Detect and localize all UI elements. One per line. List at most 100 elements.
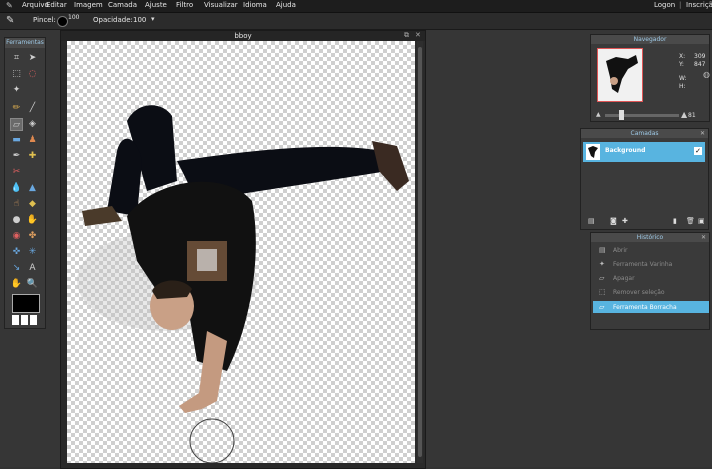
nav-x-label: X: — [679, 53, 686, 60]
burn-icon[interactable]: ✋ — [26, 214, 39, 227]
zoom-slider-handle[interactable] — [619, 110, 624, 120]
close-icon[interactable]: ✕ — [415, 31, 421, 39]
gradient-icon[interactable]: ▬ — [10, 134, 23, 147]
swatch-grid-icon[interactable] — [12, 315, 38, 325]
drawing-icon[interactable]: ✂ — [10, 166, 23, 179]
red-eye-icon[interactable]: ◉ — [10, 230, 23, 243]
navigator-preview — [606, 55, 638, 93]
menu-filtro[interactable]: Filtro — [176, 1, 193, 9]
hand-icon[interactable]: ✋ — [10, 278, 23, 291]
nav-x-value: 309 — [694, 53, 706, 60]
marquee-icon[interactable]: ⬚ — [10, 68, 23, 81]
canvas-vertical-scrollbar[interactable] — [417, 41, 423, 463]
layer-row-background[interactable]: Background ✓ — [583, 142, 705, 162]
wand-icon: ✦ — [599, 260, 605, 268]
bucket-icon[interactable]: ◈ — [26, 118, 39, 131]
stamp-icon[interactable]: ♟ — [26, 134, 39, 147]
menu-ajuda[interactable]: Ajuda — [276, 1, 296, 9]
history-close-icon[interactable]: ✕ — [701, 233, 706, 242]
color-picker-icon[interactable]: ✒ — [10, 150, 23, 163]
blur-icon[interactable]: 💧 — [10, 182, 23, 195]
scrollbar-thumb[interactable] — [418, 47, 422, 457]
layer-properties-icon[interactable]: ▤ — [588, 217, 595, 225]
history-item-label: Ferramenta Varinha — [613, 261, 673, 268]
sponge-icon[interactable]: ◆ — [26, 198, 39, 211]
history-item[interactable]: ✦ Ferramenta Varinha — [593, 258, 709, 270]
layers-title: Camadas ✕ — [581, 129, 708, 138]
pencil-icon[interactable]: ✏ — [10, 102, 23, 115]
layer-mask-icon[interactable]: ◙ — [610, 217, 617, 225]
magic-wand-icon[interactable]: ✦ — [10, 84, 23, 97]
login-link[interactable]: Logon — [654, 1, 675, 9]
history-item-label: Abrir — [613, 247, 628, 254]
history-item[interactable]: ▤ Abrir — [593, 244, 709, 256]
history-title-text: Histórico — [636, 234, 664, 241]
lasso-icon[interactable]: ◌ — [26, 68, 39, 81]
sharpen-icon[interactable]: ▲ — [26, 182, 39, 195]
bloat-icon[interactable]: ✜ — [10, 246, 23, 259]
document-title: bboy — [61, 31, 425, 41]
text-icon[interactable]: A — [26, 262, 39, 275]
menu-imagem[interactable]: Imagem — [74, 1, 103, 9]
brush-size-value: 100 — [68, 14, 80, 21]
options-bar: ✎ Pincel: 100 Opacidade: 100 ▾ — [0, 13, 712, 30]
smudge-icon[interactable]: ☝ — [10, 198, 23, 211]
layers-panel: Camadas ✕ Background ✓ ▤ ◙ ✚ ▮ 🗑 ▣ — [580, 128, 709, 230]
zoom-in-icon[interactable]: ▲ — [681, 110, 687, 119]
color-replace-icon[interactable]: ✚ — [26, 150, 39, 163]
navigator-side-icon[interactable]: ◍ — [703, 70, 710, 79]
spot-heal-icon[interactable]: ✤ — [26, 230, 39, 243]
menu-ajuste[interactable]: Ajuste — [145, 1, 167, 9]
navigator-panel: Navegador X: 309 Y: 847 W: H: ▲ ▲ 81 — [590, 34, 710, 122]
open-icon: ▤ — [599, 246, 606, 254]
navigator-thumbnail[interactable] — [597, 48, 643, 102]
signup-link[interactable]: Inscrição — [686, 1, 712, 9]
foreground-color-swatch[interactable] — [12, 294, 40, 313]
history-panel: Histórico ✕ ▤ Abrir ✦ Ferramenta Varinha … — [590, 232, 710, 330]
opacity-label: Opacidade: — [93, 16, 133, 24]
restore-icon[interactable]: ⧉ — [404, 31, 409, 40]
delete-layer-icon[interactable]: 🗑 — [686, 217, 695, 225]
document-window: bboy ⧉ ✕ — [60, 30, 426, 469]
erase-icon: ▱ — [599, 274, 605, 282]
zoom-slider[interactable] — [605, 114, 679, 117]
pinch-icon[interactable]: ✳ — [26, 246, 39, 259]
new-layer-icon[interactable]: ▮ — [673, 217, 677, 225]
line-icon[interactable]: ↘ — [10, 262, 23, 275]
opacity-dropdown-icon[interactable]: ▾ — [151, 15, 155, 23]
menu-editar[interactable]: Editar — [46, 1, 67, 9]
history-item-active[interactable]: ▱ Ferramenta Borracha — [593, 301, 709, 313]
dodge-icon[interactable]: ● — [10, 214, 23, 227]
zoom-icon[interactable]: 🔍 — [26, 278, 39, 291]
crop-icon[interactable]: ⌗ — [10, 52, 23, 65]
menu-arquivo[interactable]: Arquivo — [22, 1, 49, 9]
layer-visibility-checkbox[interactable]: ✓ — [694, 147, 702, 155]
layer-extra-icon[interactable]: ▣ — [698, 217, 705, 225]
zoom-out-icon[interactable]: ▲ — [596, 111, 601, 118]
eraser-icon[interactable]: ▱ — [10, 118, 23, 131]
zoom-value[interactable]: 81 — [688, 112, 696, 119]
menu-camada[interactable]: Camada — [108, 1, 137, 9]
history-item[interactable]: ▱ Apagar — [593, 272, 709, 284]
tools-panel-title: Ferramentas — [5, 38, 45, 48]
nav-w-label: W: — [679, 75, 687, 82]
account-separator: | — [679, 1, 682, 9]
nav-y-label: Y: — [679, 61, 684, 68]
menu-bar: ✎ Arquivo Editar Imagem Camada Ajuste Fi… — [0, 0, 712, 13]
navigator-title-text: Navegador — [633, 36, 667, 43]
history-item-label: Remover seleção — [613, 289, 665, 296]
brush-icon[interactable]: ╱ — [26, 102, 39, 115]
history-item[interactable]: ⬚ Remover seleção — [593, 286, 709, 298]
image-canvas[interactable] — [67, 41, 415, 463]
menu-visualizar[interactable]: Visualizar — [204, 1, 238, 9]
move-icon[interactable]: ➤ — [26, 52, 39, 65]
opacity-value[interactable]: 100 — [133, 16, 146, 24]
brush-preview[interactable] — [57, 16, 68, 27]
menu-idioma[interactable]: Idioma — [243, 1, 267, 9]
app-logo-icon[interactable]: ✎ — [6, 1, 13, 10]
brush-label: Pincel: — [33, 16, 56, 24]
layer-name: Background — [605, 147, 646, 154]
history-item-label: Apagar — [613, 275, 635, 282]
layer-style-icon[interactable]: ✚ — [622, 217, 628, 225]
layers-close-icon[interactable]: ✕ — [700, 129, 705, 138]
